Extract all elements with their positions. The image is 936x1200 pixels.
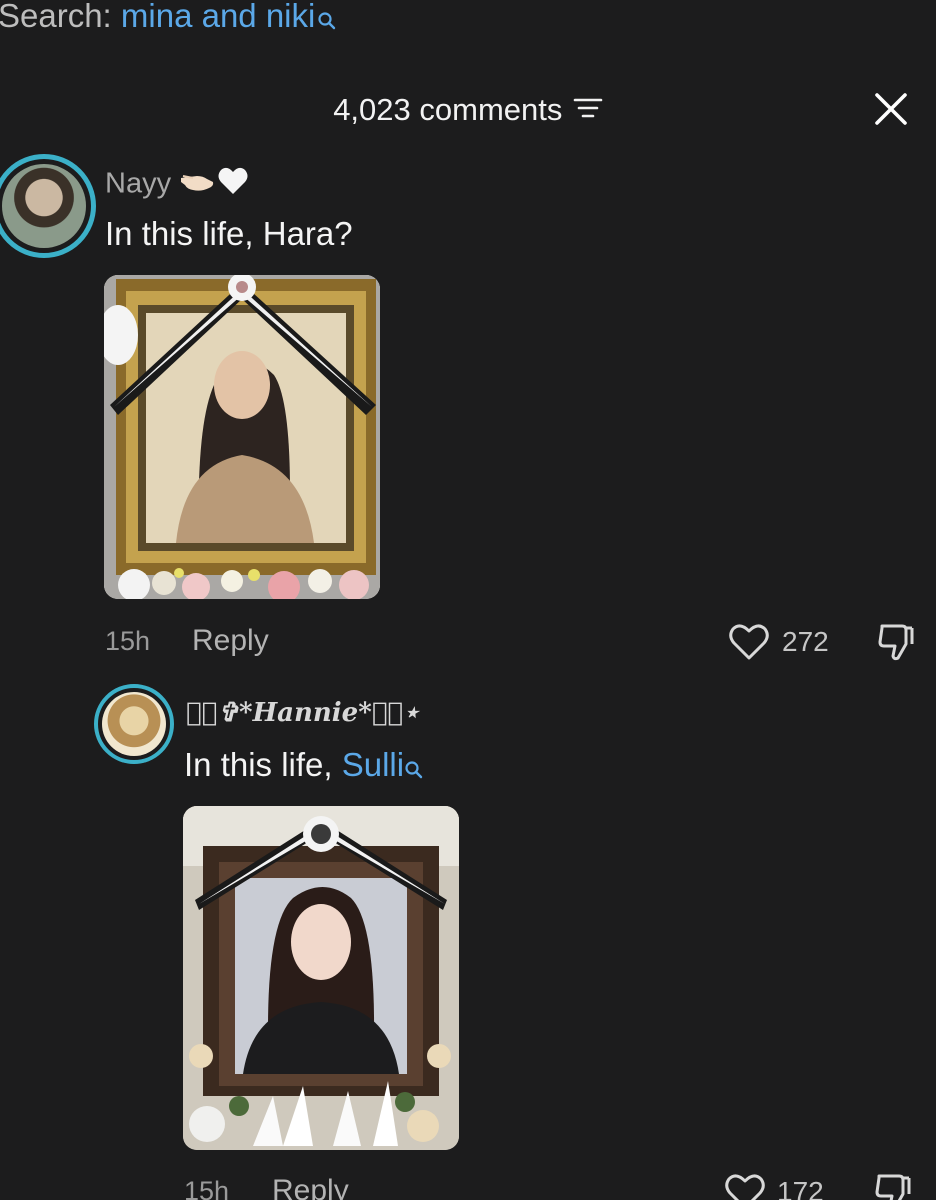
comment-author[interactable]: Nayy (105, 166, 249, 204)
pointing-hand-icon (179, 169, 215, 202)
avatar-image (102, 692, 166, 756)
like-count: 172 (777, 1176, 824, 1200)
like-heart-icon[interactable] (728, 622, 770, 667)
comment-text-prefix: In this life, (184, 746, 342, 783)
avatar[interactable] (0, 154, 96, 258)
comment-timestamp: 15h (184, 1176, 230, 1200)
avatar[interactable] (94, 684, 174, 764)
author-name: Nayy (105, 167, 172, 200)
close-icon[interactable] (874, 92, 908, 126)
avatar-image (2, 164, 86, 248)
comments-header: 4,023 comments (0, 88, 936, 132)
like-heart-icon[interactable] (724, 1172, 766, 1200)
comments-screen: Search: mina and niki 4,023 comments Nay… (0, 0, 936, 1200)
dislike-icon[interactable] (873, 1172, 913, 1200)
reply-button[interactable]: Reply (192, 624, 269, 658)
comment-author[interactable]: ⋆͛✞*Hannie*✞͛⋆ (186, 698, 419, 728)
reply-button[interactable]: Reply (272, 1174, 349, 1200)
search-icon[interactable] (404, 750, 424, 788)
comment-photo[interactable] (183, 806, 459, 1150)
comment-text: In this life, Hara? (105, 215, 353, 252)
comment-text: In this life, Sulli (184, 746, 424, 788)
comment-photo[interactable] (104, 275, 380, 599)
white-heart-icon (217, 166, 249, 204)
mention-link[interactable]: Sulli (342, 746, 404, 783)
search-label: Search: (0, 0, 112, 34)
search-query[interactable]: mina and niki (121, 0, 315, 34)
like-count: 272 (782, 626, 829, 657)
search-suggestion[interactable]: Search: mina and niki (0, 0, 337, 42)
comment-count: 4,023 comments (333, 92, 563, 127)
comment-timestamp: 15h (105, 626, 151, 656)
search-icon[interactable] (317, 0, 337, 42)
sort-filter-icon[interactable] (573, 95, 603, 126)
dislike-icon[interactable] (876, 622, 916, 667)
